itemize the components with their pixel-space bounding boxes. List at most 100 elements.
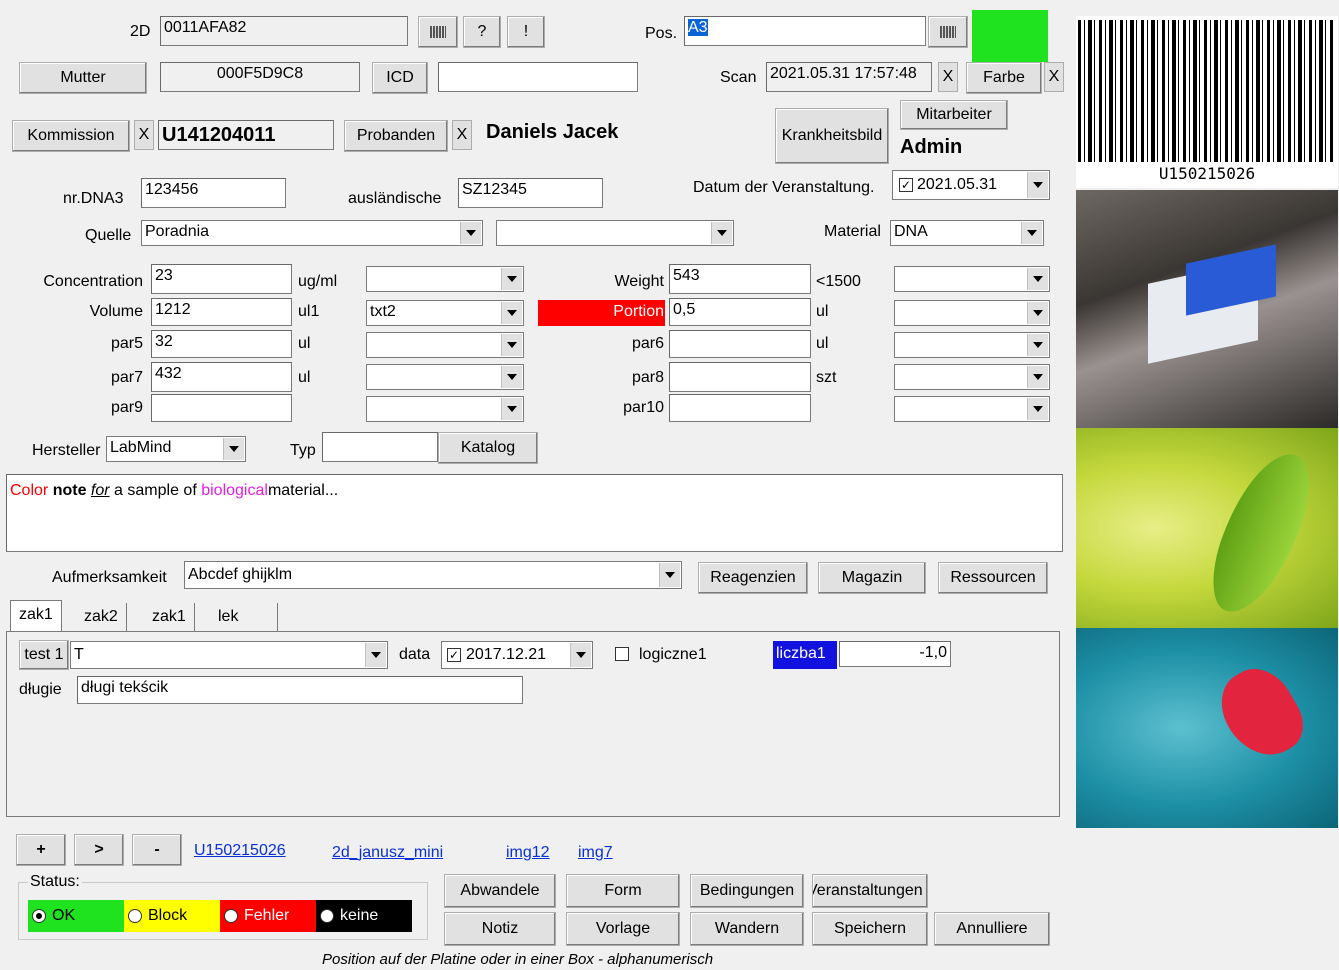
tab-zak1[interactable]: zak1 <box>10 600 62 632</box>
speichern-button[interactable]: Speichern <box>812 912 928 946</box>
mutter-button[interactable]: Mutter <box>19 62 147 94</box>
quelle-select[interactable]: Poradnia <box>141 220 483 246</box>
hersteller-select[interactable]: LabMind <box>106 436 246 462</box>
par9-select[interactable] <box>366 396 524 422</box>
remove-button[interactable]: - <box>132 834 182 866</box>
status-fehler[interactable]: Fehler <box>220 900 316 932</box>
note-editor[interactable]: Color note for a sample of biologicalmat… <box>6 474 1063 552</box>
veranstaltungen-button[interactable]: Veranstaltungen <box>812 874 928 908</box>
code-2d-field[interactable]: 0011AFA82 <box>160 16 408 46</box>
typ-field[interactable] <box>322 432 438 462</box>
datum-picker[interactable]: ✓ 2021.05.31 <box>892 170 1050 200</box>
quelle2-select[interactable] <box>496 220 734 246</box>
reagenzien-button[interactable]: Reagenzien <box>698 562 808 594</box>
par5-field[interactable]: 32 <box>151 330 292 358</box>
probanden-button[interactable]: Probanden <box>344 120 448 152</box>
radio-fehler[interactable] <box>224 908 238 923</box>
par10-field[interactable] <box>669 394 811 422</box>
kommission-field[interactable]: U141204011 <box>158 120 334 150</box>
status-block[interactable]: Block <box>124 900 220 932</box>
help-button[interactable]: ? <box>463 16 501 48</box>
chevron-down-icon[interactable] <box>1027 172 1048 198</box>
annulliere-button[interactable]: Annulliere <box>934 912 1050 946</box>
par5-select[interactable] <box>366 332 524 358</box>
radio-ok[interactable] <box>32 908 46 923</box>
concentration-field[interactable]: 23 <box>151 264 292 294</box>
kommission-button[interactable]: Kommission <box>12 120 130 152</box>
aufmerksamkeit-select[interactable]: Abcdef ghijklm <box>184 561 682 589</box>
magazin-button[interactable]: Magazin <box>818 562 926 594</box>
chevron-down-icon[interactable] <box>1021 222 1042 244</box>
material-select[interactable]: DNA <box>890 220 1044 246</box>
probanden-clear-button[interactable]: X <box>452 120 472 150</box>
nr-dna3-field[interactable]: 123456 <box>141 178 286 208</box>
chevron-down-icon[interactable] <box>501 302 522 324</box>
wandern-button[interactable]: Wandern <box>690 912 804 946</box>
alert-button[interactable]: ! <box>507 16 545 48</box>
link-img12[interactable]: img12 <box>506 844 550 862</box>
portion-field[interactable]: 0,5 <box>669 298 811 326</box>
par7-field[interactable]: 432 <box>151 362 292 392</box>
data-checkbox[interactable]: ✓ <box>447 648 461 662</box>
chevron-down-icon[interactable] <box>501 366 522 388</box>
portion-select[interactable] <box>894 300 1050 326</box>
chevron-down-icon[interactable] <box>1027 366 1048 388</box>
chevron-down-icon[interactable] <box>501 268 522 290</box>
tab-zak1-second[interactable]: zak1 <box>144 603 195 631</box>
form-button[interactable]: Form <box>566 874 680 908</box>
notiz-button[interactable]: Notiz <box>444 912 556 946</box>
chevron-down-icon[interactable] <box>223 438 244 460</box>
add-button[interactable]: + <box>16 834 66 866</box>
test1-select[interactable]: T <box>70 641 388 669</box>
bedingungen-button[interactable]: Bedingungen <box>690 874 804 908</box>
chevron-down-icon[interactable] <box>460 222 481 244</box>
volume-select[interactable]: txt2 <box>366 300 524 326</box>
radio-block[interactable] <box>128 908 142 923</box>
par6-select[interactable] <box>894 332 1050 358</box>
par7-select[interactable] <box>366 364 524 390</box>
chevron-down-icon[interactable] <box>1027 268 1048 290</box>
scan-field[interactable]: 2021.05.31 17:57:48 <box>766 62 932 92</box>
data-picker[interactable]: ✓ 2017.12.21 <box>441 641 593 669</box>
chevron-down-icon[interactable] <box>570 643 591 667</box>
par8-select[interactable] <box>894 364 1050 390</box>
datum-checkbox[interactable]: ✓ <box>899 178 913 192</box>
tab-lek[interactable]: lek <box>210 603 278 631</box>
next-button[interactable]: > <box>74 834 124 866</box>
kommission-clear-button[interactable]: X <box>134 120 154 150</box>
logiczne-checkbox[interactable] <box>615 647 629 661</box>
link-2d-janusz-mini[interactable]: 2d_janusz_mini <box>332 844 443 862</box>
barcode-button[interactable] <box>418 16 458 48</box>
scan-clear-button[interactable]: X <box>938 62 958 92</box>
chevron-down-icon[interactable] <box>1027 398 1048 420</box>
pos-barcode-button[interactable] <box>928 16 968 48</box>
tab-zak2[interactable]: zak2 <box>76 603 127 631</box>
lab-photo[interactable] <box>1076 190 1338 428</box>
color-swatch[interactable] <box>972 10 1048 62</box>
ressourcen-button[interactable]: Ressourcen <box>938 562 1048 594</box>
radio-keine[interactable] <box>320 908 334 923</box>
par10-select[interactable] <box>894 396 1050 422</box>
status-ok[interactable]: OK <box>28 900 124 932</box>
flower-photo[interactable] <box>1076 628 1338 828</box>
liczba-field[interactable]: -1,0 <box>839 641 951 667</box>
auslandische-field[interactable]: SZ12345 <box>458 178 603 208</box>
dlugie-field[interactable]: długi tekścik <box>77 676 523 704</box>
chevron-down-icon[interactable] <box>365 643 386 667</box>
farbe-clear-button[interactable]: X <box>1044 62 1064 92</box>
chevron-down-icon[interactable] <box>659 563 680 587</box>
krankheitsbild-button[interactable]: Krankheitsbild <box>775 108 889 164</box>
link-barcode[interactable]: U150215026 <box>194 842 286 860</box>
farbe-button[interactable]: Farbe <box>966 62 1042 94</box>
icd-button[interactable]: ICD <box>372 62 428 94</box>
link-img7[interactable]: img7 <box>578 844 613 862</box>
chevron-down-icon[interactable] <box>501 334 522 356</box>
pos-field[interactable]: A3 <box>684 16 926 46</box>
weight-select[interactable] <box>894 266 1050 292</box>
vorlage-button[interactable]: Vorlage <box>566 912 680 946</box>
volume-field[interactable]: 1212 <box>151 298 292 326</box>
concentration-select[interactable] <box>366 266 524 292</box>
par6-field[interactable] <box>669 330 811 358</box>
katalog-button[interactable]: Katalog <box>438 432 538 464</box>
par8-field[interactable] <box>669 362 811 392</box>
